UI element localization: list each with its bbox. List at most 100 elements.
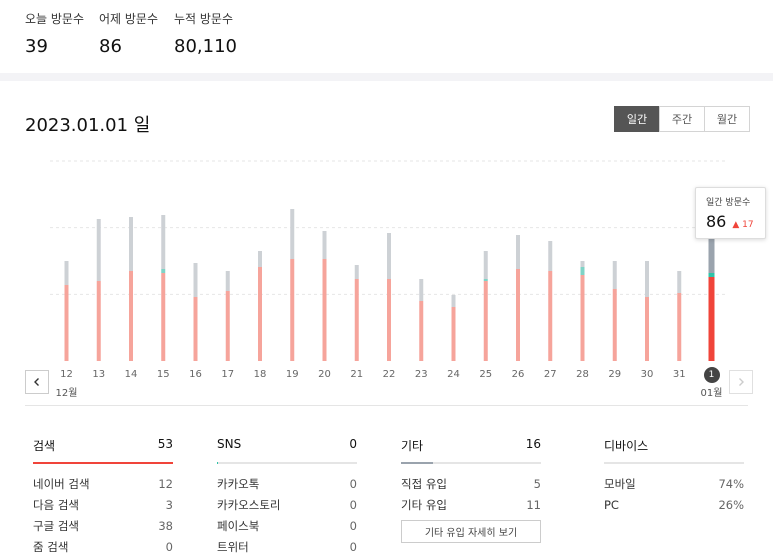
stat-label: 어제 방문수 xyxy=(99,12,159,26)
chart-bar-segment[interactable] xyxy=(258,251,262,267)
x-tick-label[interactable]: 26 xyxy=(503,369,533,380)
chart-bar-segment[interactable] xyxy=(419,279,424,301)
prev-period-button[interactable] xyxy=(25,370,49,394)
x-tick-label[interactable]: 15 xyxy=(148,369,178,380)
chart-bar-segment[interactable] xyxy=(483,281,488,361)
breakdown-bar xyxy=(217,462,357,464)
chart-bar-segment[interactable] xyxy=(354,279,359,361)
chart-bar-segment[interactable] xyxy=(451,295,456,307)
breakdown-bar xyxy=(401,462,541,464)
chart-bar-segment[interactable] xyxy=(645,297,649,361)
chart-bar-segment[interactable] xyxy=(161,215,166,269)
x-tick-label[interactable]: 22 xyxy=(374,369,404,380)
breakdown-search: 검색 53 네이버 검색 12 다음 검색 3 구글 검색 38 줌 검색 0 xyxy=(33,437,173,554)
breakdown-total: 16 xyxy=(525,437,541,451)
visit-chart-card: 2023.01.01 일 일간 주간 월간 일간 방문수 86 ▲ 17 12 1… xyxy=(0,81,773,554)
chart-bar-segment[interactable] xyxy=(322,231,327,259)
chart-bar-segment[interactable] xyxy=(483,251,488,279)
x-tick-label[interactable]: 17 xyxy=(213,369,243,380)
chart-bar-segment[interactable] xyxy=(580,261,585,267)
x-tick-label[interactable]: 23 xyxy=(406,369,436,380)
chart-bar-segment[interactable] xyxy=(258,267,262,361)
tooltip-delta: ▲ 17 xyxy=(732,220,754,230)
chart-bar-segment[interactable] xyxy=(516,269,520,361)
x-tick-label[interactable]: 14 xyxy=(116,369,146,380)
chart-bar-segment[interactable] xyxy=(387,233,391,279)
chart-bar-segment[interactable] xyxy=(193,263,198,297)
x-tick-label[interactable]: 18 xyxy=(245,369,275,380)
chart-bar-segment[interactable] xyxy=(193,297,198,361)
breakdown-title: SNS xyxy=(217,437,242,451)
month-label: 12월 xyxy=(55,388,78,399)
chart-bar-segment[interactable] xyxy=(64,261,69,285)
x-tick-label[interactable]: 13 xyxy=(84,369,114,380)
chart-bar-segment[interactable] xyxy=(708,277,715,361)
stat-value: 86 xyxy=(99,36,122,57)
list-item: 기타 유입 11 xyxy=(401,497,541,512)
list-item: 트위터 0 xyxy=(217,539,357,554)
x-tick-label[interactable]: 28 xyxy=(568,369,598,380)
chart-bar-segment[interactable] xyxy=(354,265,359,279)
month-label: 01월 xyxy=(700,388,723,399)
chevron-left-icon xyxy=(34,378,39,386)
list-item: 카카오스토리 0 xyxy=(217,497,357,512)
list-item: 모바일 74% xyxy=(604,476,744,491)
x-tick-label[interactable]: 21 xyxy=(342,369,372,380)
x-tick-label[interactable]: 31 xyxy=(664,369,694,380)
chart-bar-segment[interactable] xyxy=(708,273,715,277)
x-tick-label[interactable]: 27 xyxy=(535,369,565,380)
chart-bar-segment[interactable] xyxy=(580,267,585,275)
x-tick-label[interactable]: 30 xyxy=(632,369,662,380)
chart-bar-segment[interactable] xyxy=(161,269,166,273)
chart-bar-segment[interactable] xyxy=(612,261,617,289)
chart-bar-segment[interactable] xyxy=(419,301,424,361)
next-period-button[interactable] xyxy=(729,370,753,394)
x-tick-label[interactable]: 16 xyxy=(181,369,211,380)
chart-bar-segment[interactable] xyxy=(96,281,101,361)
breakdown-bar xyxy=(604,462,744,464)
x-tick-label[interactable]: 24 xyxy=(439,369,469,380)
chart-bar-segment[interactable] xyxy=(225,271,230,291)
x-tick-label[interactable]: 20 xyxy=(310,369,340,380)
chart-bar-segment[interactable] xyxy=(483,279,488,281)
breakdown-total: 53 xyxy=(157,437,173,451)
visit-stats-card: 오늘 방문수 39 어제 방문수 86 누적 방문수 80,110 xyxy=(0,0,773,73)
chart-bar-segment[interactable] xyxy=(677,293,682,361)
x-tick-label[interactable]: 19 xyxy=(277,369,307,380)
breakdown-title: 디바이스 xyxy=(604,439,649,453)
chart-bar-segment[interactable] xyxy=(129,217,133,271)
chart-bar-segment[interactable] xyxy=(451,307,456,361)
breakdown-other: 기타 16 직접 유입 5 기타 유입 11 기타 유입 자세히 보기 xyxy=(401,437,541,543)
chart-bar-segment[interactable] xyxy=(290,259,295,361)
list-item: 네이버 검색 12 xyxy=(33,476,173,491)
x-tick-label[interactable]: 29 xyxy=(600,369,630,380)
chart-bar-segment[interactable] xyxy=(322,259,327,361)
chart-bar-segment[interactable] xyxy=(548,271,553,361)
breakdown-title: 검색 xyxy=(33,439,56,453)
x-tick-label-selected[interactable]: 1 xyxy=(703,367,720,383)
breakdown-title: 기타 xyxy=(401,439,424,453)
x-tick-label[interactable]: 12 xyxy=(52,369,82,380)
chart-bar-segment[interactable] xyxy=(516,235,520,269)
breakdown-bar xyxy=(33,462,173,464)
chart-bar-segment[interactable] xyxy=(96,219,101,281)
chart-bar-segment[interactable] xyxy=(612,289,617,361)
chart-bar-segment[interactable] xyxy=(580,275,585,361)
chart-bar-segment[interactable] xyxy=(129,271,133,361)
chart-bar-segment[interactable] xyxy=(548,241,553,271)
stat-label: 누적 방문수 xyxy=(174,12,234,26)
other-inflow-detail-button[interactable]: 기타 유입 자세히 보기 xyxy=(401,520,541,543)
chart-bar-segment[interactable] xyxy=(677,271,682,293)
breakdown-sns: SNS 0 카카오톡 0 카카오스토리 0 페이스북 0 트위터 0 xyxy=(217,437,357,554)
chart-tooltip: 일간 방문수 86 ▲ 17 xyxy=(695,187,766,239)
stat-today: 오늘 방문수 39 xyxy=(25,10,84,57)
x-tick-label[interactable]: 25 xyxy=(471,369,501,380)
chart-bar-segment[interactable] xyxy=(290,209,295,259)
chart-bar-segment[interactable] xyxy=(645,261,649,297)
section-divider xyxy=(25,405,748,406)
chart-bar-segment[interactable] xyxy=(161,273,166,361)
chart-bar-segment[interactable] xyxy=(225,291,230,361)
chart-bar-segment[interactable] xyxy=(64,285,69,361)
breakdown-total: 0 xyxy=(349,437,357,451)
chart-bar-segment[interactable] xyxy=(387,279,391,361)
